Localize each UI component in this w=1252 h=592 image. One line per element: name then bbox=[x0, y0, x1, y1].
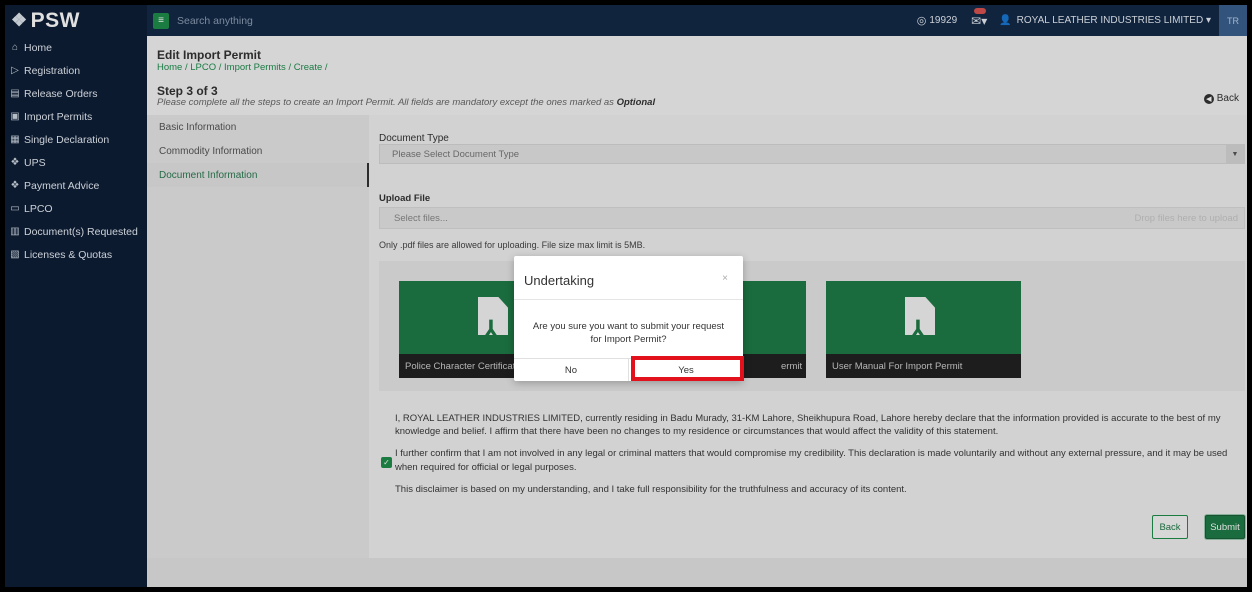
dialog-message: Are you sure you want to submit your req… bbox=[532, 321, 725, 345]
close-icon[interactable]: × bbox=[722, 273, 728, 284]
no-button[interactable]: No bbox=[514, 359, 629, 381]
app-window: ❖ PSW ⌂ Home ▷ Registration ▤ Release Order… bbox=[5, 5, 1247, 587]
dialog-title: Undertaking bbox=[524, 273, 595, 288]
yes-button-highlight bbox=[631, 356, 744, 381]
dialog-divider bbox=[514, 299, 743, 300]
